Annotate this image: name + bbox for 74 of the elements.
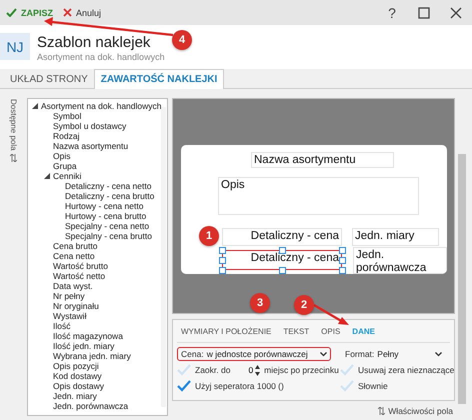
tree-item[interactable]: Wystawił <box>53 311 86 321</box>
resize-handle[interactable] <box>279 247 286 254</box>
tree-item[interactable]: Hurtowy - cena netto <box>65 201 144 211</box>
window-title: Szablon naklejek <box>37 34 152 51</box>
tree-item[interactable]: Detaliczny - cena netto <box>65 181 152 191</box>
option-label: miejsc po przecinku <box>264 365 339 375</box>
option-label: Użyj seperatora 1000 () <box>195 381 284 391</box>
number-spinner[interactable]: 0 <box>234 364 260 376</box>
tree-item[interactable]: Ilość <box>53 321 70 331</box>
tree-item[interactable]: Symbol u dostawcy <box>53 121 126 131</box>
option-label: Zaokr. do <box>195 365 230 375</box>
tree-item[interactable]: Specjalny - cena netto <box>65 221 150 231</box>
field-label: Cena: <box>181 349 204 359</box>
label-field[interactable]: Nazwa asortymentu <box>251 152 394 168</box>
tab[interactable]: TEKST <box>283 326 310 336</box>
chevron-down-icon <box>320 352 327 356</box>
tree-item[interactable]: Grupa <box>53 161 77 171</box>
expand-triangle-icon[interactable] <box>32 103 38 109</box>
option-label: Usuwaj zera nieznaczące <box>358 365 454 375</box>
maximize-icon <box>418 6 430 18</box>
up-down-arrows-icon <box>255 364 260 376</box>
tree-item[interactable]: Jedn. porównawcza <box>53 401 128 411</box>
tree-item[interactable]: Cena brutto <box>53 241 98 251</box>
field-label: Format: <box>345 349 374 359</box>
tree-item[interactable]: Specjalny - cena brutto <box>65 231 152 241</box>
checkmark-icon <box>6 8 17 17</box>
properties-panel-label[interactable]: Właściwości pola <box>388 406 453 416</box>
window-subtitle: Asortyment na dok. handlowych <box>37 52 165 62</box>
field-value: w jednostce porównawczej <box>206 349 309 359</box>
label-field[interactable]: Jedn. miary <box>352 228 439 246</box>
swap-icon[interactable] <box>378 407 386 415</box>
label-field[interactable]: Detaliczny - cena <box>222 228 342 246</box>
field-value: Pełny <box>377 349 400 359</box>
tree-item[interactable]: Opis dostawy <box>53 381 104 391</box>
tab[interactable]: UKŁAD STRONY <box>4 69 94 89</box>
tree-item[interactable]: Symbol <box>53 111 82 121</box>
scrollbar[interactable] <box>161 107 166 407</box>
tree-item[interactable]: Cenniki <box>53 171 82 181</box>
tree-item[interactable]: Ilość magazynowa <box>53 331 123 341</box>
tree-item[interactable]: Nazwa asortymentu <box>53 141 128 151</box>
tree-item[interactable]: Asortyment na dok. handlowych <box>41 101 162 111</box>
tree-item[interactable]: Ilość jedn. miary <box>53 341 114 351</box>
chevron-down-icon <box>435 352 442 356</box>
label-field[interactable]: Opis <box>218 177 419 215</box>
tree-item[interactable]: Wartość brutto <box>53 261 108 271</box>
tree-item[interactable]: Cena netto <box>53 251 95 261</box>
dropdown[interactable]: Format: Pełny <box>341 347 446 361</box>
side-panel-label[interactable]: Dostępne pola <box>9 99 18 151</box>
cancel-button[interactable]: Anuluj <box>63 8 102 18</box>
close-icon <box>450 6 462 18</box>
swap-icon[interactable] <box>10 154 17 162</box>
tree-item[interactable]: Rodzaj <box>53 131 80 141</box>
tree-item[interactable]: Nr pełny <box>53 291 85 301</box>
checkbox[interactable] <box>177 380 191 392</box>
option-label: Słownie <box>358 381 388 391</box>
close-icon <box>63 8 72 17</box>
tab[interactable]: WYMIARY I POŁOŻENIE <box>181 326 272 336</box>
expand-triangle-icon[interactable] <box>44 173 50 179</box>
tree-item[interactable]: Opis pozycji <box>53 361 99 371</box>
help-button[interactable]: ? <box>382 4 402 22</box>
tab[interactable]: ZAWARTOŚĆ NAKLEJKI <box>94 69 224 89</box>
tree-item[interactable]: Opis <box>53 151 70 161</box>
tree-item[interactable]: Kod dostawy <box>53 371 102 381</box>
tree-item[interactable]: Hurtowy - cena brutto <box>65 211 146 221</box>
resize-handle[interactable] <box>279 267 286 274</box>
tab[interactable]: OPIS <box>321 326 340 336</box>
tree-item[interactable]: Nr oryginału <box>53 301 99 311</box>
tree-item[interactable]: Jedn. miary <box>53 391 97 401</box>
module-badge: NJ <box>0 33 30 60</box>
tree-item[interactable]: Wartość netto <box>53 271 106 281</box>
dropdown[interactable]: Cena: w jednostce porównawczej <box>177 347 331 361</box>
tree-item[interactable]: Wybrana jedn. miary <box>53 351 131 361</box>
tree-item[interactable]: Detaliczny - cena brutto <box>65 191 154 201</box>
tree-item[interactable]: Data wyst. <box>53 281 93 291</box>
